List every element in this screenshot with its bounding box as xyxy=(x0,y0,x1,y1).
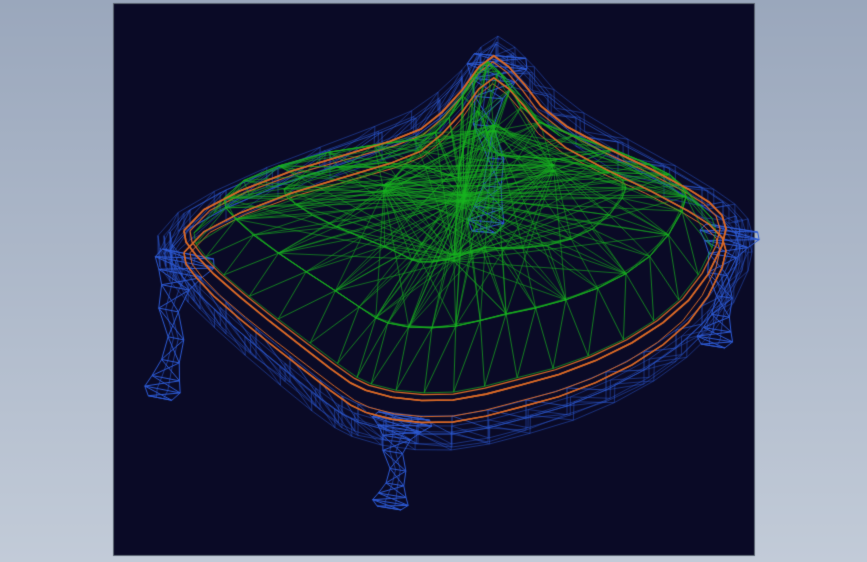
wireframe-canvas[interactable] xyxy=(0,0,867,562)
cad-3d-viewport[interactable] xyxy=(0,0,867,562)
